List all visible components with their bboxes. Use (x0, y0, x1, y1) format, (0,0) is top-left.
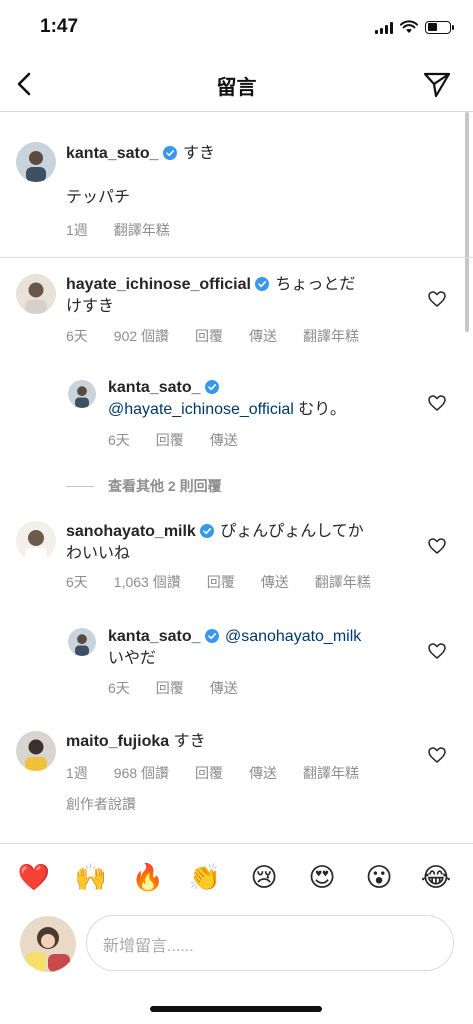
post-caption: kanta_sato_ すき テッパチ 1週 翻譯年糕 (0, 112, 473, 258)
comment-text: kanta_sato_ @hayate_ichinose_official むり… (108, 377, 408, 421)
translate-link[interactable]: 翻譯年糕 (114, 220, 170, 240)
translate-link[interactable]: 翻譯年糕 (303, 326, 359, 346)
avatar[interactable] (16, 142, 56, 182)
emoji-heart[interactable]: ❤️ (17, 862, 51, 892)
verified-badge-icon (254, 277, 269, 291)
heart-icon[interactable] (427, 393, 447, 413)
mention-link[interactable]: @sanohayato_milk (225, 628, 361, 645)
verified-badge-icon (204, 629, 219, 643)
timestamp: 6天 (108, 432, 130, 448)
heart-icon[interactable] (427, 289, 447, 309)
reply-button[interactable]: 回覆 (195, 763, 223, 783)
comment-body: ぴょんぴょんしてか (220, 523, 364, 540)
timestamp: 1週 (66, 765, 88, 781)
emoji-fire[interactable]: 🔥 (131, 862, 165, 892)
status-time: 1:47 (40, 16, 79, 37)
username[interactable]: kanta_sato_ (108, 628, 201, 645)
reply-button[interactable]: 回覆 (195, 326, 223, 346)
heart-icon[interactable] (427, 536, 447, 556)
comment-body-cont: けすき (66, 298, 115, 315)
emoji-surprised[interactable]: 😮 (362, 862, 396, 892)
comment-body: すき (173, 733, 206, 750)
comment-input-placeholder: 新增留言...... (103, 938, 194, 955)
battery-icon (425, 20, 454, 34)
send-button[interactable]: 傳送 (210, 430, 238, 450)
home-indicator (150, 1006, 322, 1012)
mention-link[interactable]: @hayate_ichinose_official (108, 401, 294, 418)
comment-composer: 新增留言...... (0, 913, 473, 993)
likes-count[interactable]: 1,063 個讚 (114, 572, 181, 592)
username[interactable]: maito_fujioka (66, 733, 169, 750)
creator-liked-label: 創作者說讚 (66, 794, 136, 814)
verified-badge-icon (162, 146, 177, 160)
send-button[interactable]: 傳送 (249, 763, 277, 783)
emoji-clap[interactable]: 👏 (188, 862, 222, 892)
reply-button[interactable]: 回覆 (207, 572, 235, 592)
reply-button[interactable]: 回覆 (156, 678, 184, 698)
wifi-icon (400, 20, 418, 33)
comment-text: hayate_ichinose_official ちょっとだ けすき (66, 274, 406, 318)
comment-meta: 6天 902 個讚 回覆 傳送 翻譯年糕 (66, 326, 359, 346)
avatar[interactable] (68, 380, 96, 408)
username[interactable]: hayate_ichinose_official (66, 276, 251, 293)
caption-header: kanta_sato_ すき (66, 143, 215, 165)
caption-text: すき (182, 145, 215, 162)
signal-icon (375, 21, 393, 34)
comment-meta: 6天 回覆 傳送 (108, 430, 238, 450)
caption-body: テッパチ (66, 189, 131, 206)
timestamp: 1週 (66, 222, 88, 238)
emoji-heart-eyes[interactable]: 😍 (305, 862, 339, 892)
username[interactable]: kanta_sato_ (108, 379, 201, 396)
verified-badge-icon (204, 380, 219, 394)
reply-button[interactable]: 回覆 (156, 430, 184, 450)
emoji-cry[interactable]: 😢 (247, 862, 281, 892)
emoji-laugh[interactable]: 😂 (419, 862, 453, 892)
comment-input[interactable]: 新增留言...... (86, 915, 454, 971)
translate-link[interactable]: 翻譯年糕 (303, 763, 359, 783)
view-more-replies-label: 查看其他 2 則回覆 (108, 478, 222, 494)
avatar[interactable] (68, 628, 96, 656)
username[interactable]: kanta_sato_ (66, 145, 159, 162)
emoji-raising-hands[interactable]: 🙌 (74, 862, 108, 892)
caption-meta: 1週 翻譯年糕 (66, 220, 170, 240)
timestamp: 6天 (66, 328, 88, 344)
page-title: 留言 (216, 77, 257, 99)
avatar[interactable] (16, 274, 56, 314)
divider (66, 485, 94, 487)
send-button[interactable]: 傳送 (249, 326, 277, 346)
likes-count[interactable]: 902 個讚 (114, 326, 169, 346)
comment-meta: 1週 968 個讚 回覆 傳送 翻譯年糕 (66, 763, 359, 783)
comment-text: maito_fujioka すき (66, 731, 406, 753)
timestamp: 6天 (108, 680, 130, 696)
avatar[interactable] (16, 731, 56, 771)
view-more-replies-button[interactable]: 查看其他 2 則回覆 (66, 476, 222, 496)
nav-bar: 留言 (0, 56, 473, 112)
comment-text: sanohayato_milk ぴょんぴょんしてか わいいね (66, 521, 406, 565)
comment-body: ちょっとだ (275, 276, 356, 293)
comment-body-cont: わいいね (66, 545, 131, 562)
heart-icon[interactable] (427, 641, 447, 661)
status-bar: 1:47 (0, 0, 473, 56)
avatar[interactable] (16, 521, 56, 561)
comment-body: むり。 (298, 401, 346, 418)
likes-count[interactable]: 968 個讚 (114, 763, 169, 783)
status-icons (375, 20, 454, 34)
comment-meta: 6天 1,063 個讚 回覆 傳送 翻譯年糕 (66, 572, 371, 592)
send-button[interactable]: 傳送 (261, 572, 289, 592)
heart-icon[interactable] (427, 745, 447, 765)
comment-meta: 6天 回覆 傳送 (108, 678, 238, 698)
creator-liked-text: 創作者說讚 (66, 796, 136, 812)
comment-body: いやだ (108, 650, 157, 667)
translate-link[interactable]: 翻譯年糕 (315, 572, 371, 592)
timestamp: 6天 (66, 574, 88, 590)
username[interactable]: sanohayato_milk (66, 523, 196, 540)
send-button[interactable]: 傳送 (210, 678, 238, 698)
send-icon[interactable] (421, 68, 453, 100)
avatar (20, 916, 76, 972)
verified-badge-icon (199, 524, 214, 538)
emoji-quick-bar: ❤️ 🙌 🔥 👏 😢 😍 😮 😂 (0, 843, 473, 913)
comment-text: kanta_sato_ @sanohayato_milk いやだ (108, 626, 408, 670)
